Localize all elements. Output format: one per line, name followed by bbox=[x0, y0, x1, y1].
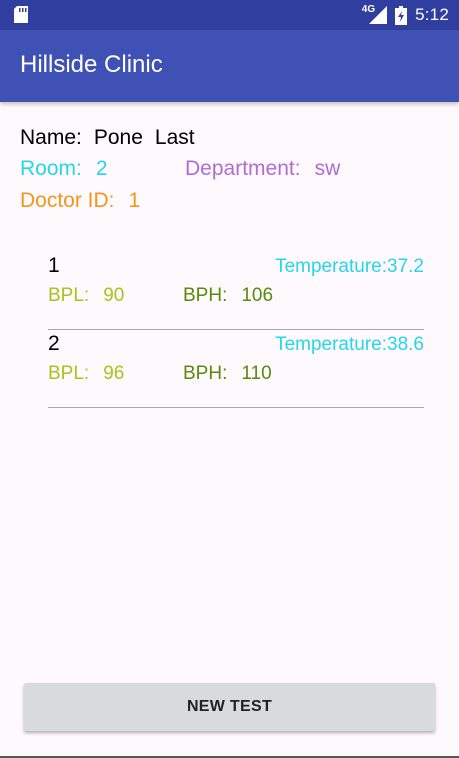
test-bpl: BPL: 96 bbox=[48, 363, 124, 385]
department-value: sw bbox=[314, 157, 341, 180]
last-name: Last bbox=[154, 126, 195, 149]
bph-label: BPH: bbox=[183, 285, 228, 306]
test-list: 1 Temperature:37.2 BPL: 90 BPH: 106 2 Temp… bbox=[48, 252, 424, 408]
patient-name-row: Name: Pone Last bbox=[20, 126, 207, 150]
bpl-value: 96 bbox=[103, 363, 125, 384]
test-index: 1 bbox=[48, 254, 60, 277]
doctor-row: Doctor ID: 1 bbox=[20, 189, 140, 213]
bph-value: 106 bbox=[241, 285, 274, 306]
room-label: Room: bbox=[20, 157, 82, 180]
battery-icon bbox=[395, 5, 408, 25]
bpl-value: 90 bbox=[103, 285, 125, 306]
bpl-label: BPL: bbox=[48, 285, 90, 306]
test-bpl: BPL: 90 bbox=[48, 285, 124, 307]
doctor-label: Doctor ID: bbox=[20, 189, 115, 212]
room-row: Room: 2 bbox=[20, 157, 108, 181]
department-label: Department: bbox=[185, 157, 301, 180]
bph-value: 110 bbox=[241, 363, 272, 384]
bph-label: BPH: bbox=[183, 363, 228, 384]
bpl-label: BPL: bbox=[48, 363, 90, 384]
test-bph: BPH: 110 bbox=[183, 363, 272, 385]
new-test-button[interactable]: NEW TEST bbox=[24, 683, 435, 731]
app-title: Hillside Clinic bbox=[20, 51, 163, 78]
test-index: 2 bbox=[48, 332, 60, 355]
doctor-id-value: 1 bbox=[128, 189, 141, 212]
name-label: Name: bbox=[20, 126, 82, 149]
test-bph: BPH: 106 bbox=[183, 285, 273, 307]
app-bar: Hillside Clinic bbox=[0, 30, 459, 102]
department-row: Department: sw bbox=[185, 157, 340, 181]
test-temperature: Temperature:37.2 bbox=[275, 256, 424, 277]
network-type-label: 4G bbox=[361, 3, 376, 15]
status-bar: 4G 5:12 bbox=[0, 0, 459, 30]
sd-card-icon bbox=[14, 6, 28, 23]
list-item[interactable]: 2 Temperature:38.6 BPL: 96 BPH: 110 bbox=[48, 330, 424, 408]
list-item[interactable]: 1 Temperature:37.2 BPL: 90 BPH: 106 bbox=[48, 252, 424, 330]
room-value: 2 bbox=[95, 157, 108, 180]
test-temperature: Temperature:38.6 bbox=[275, 334, 424, 355]
clock: 5:12 bbox=[415, 5, 449, 24]
first-name: Pone bbox=[93, 126, 143, 149]
